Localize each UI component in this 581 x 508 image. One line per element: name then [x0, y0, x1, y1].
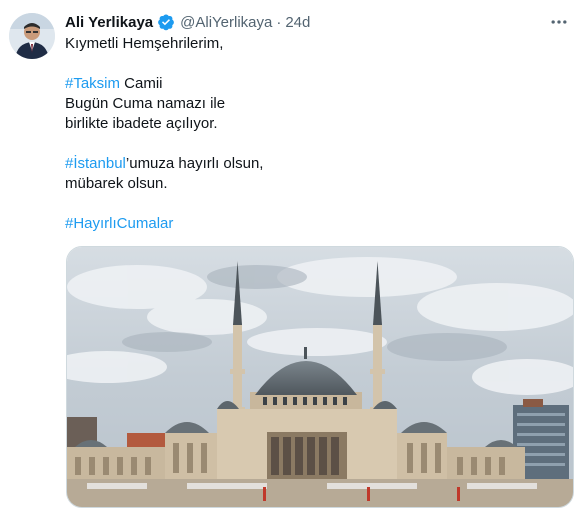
- bugun-line: Bugün Cuma namazı ile: [65, 95, 226, 112]
- author-avatar[interactable]: [9, 13, 55, 59]
- author-handle[interactable]: @AliYerlikaya: [180, 14, 272, 31]
- tweet-text: Kıymetli Hemşehrilerim, #Taksim Camii Bu…: [65, 34, 565, 234]
- hashtag-istanbul[interactable]: #İstanbul: [65, 155, 126, 172]
- tweet-media-photo[interactable]: [66, 246, 574, 508]
- cuma-line: #HayırlıCumalar: [65, 214, 565, 234]
- more-options-button[interactable]: [545, 8, 573, 36]
- greeting-line: Kıymetli Hemşehrilerim,: [65, 35, 224, 52]
- taksim-rest: Camii: [120, 75, 163, 92]
- author-name[interactable]: Ali Yerlikaya: [65, 14, 153, 31]
- istanbul-line: #İstanbul’umuza hayırlı olsun,: [65, 154, 565, 174]
- verified-badge-icon: [157, 13, 175, 31]
- separator-dot: ·: [276, 13, 282, 31]
- taksim-line: #Taksim Camii: [65, 74, 565, 94]
- mosque-photo: [67, 247, 573, 507]
- istanbul-rest: ’umuza hayırlı olsun,: [125, 155, 264, 172]
- hashtag-taksim[interactable]: #Taksim: [65, 75, 120, 92]
- hashtag-hayirlicumalar[interactable]: #HayırlıCumalar: [65, 215, 173, 232]
- birlikte-line: birlikte ibadete açılıyor.: [65, 115, 218, 132]
- mubarek-line: mübarek olsun.: [65, 175, 168, 192]
- avatar-image: [9, 13, 55, 59]
- tweet-timestamp[interactable]: 24d: [285, 14, 310, 31]
- more-options-icon: [551, 20, 567, 24]
- tweet-header: Ali Yerlikaya @AliYerlikaya · 24d: [65, 11, 310, 33]
